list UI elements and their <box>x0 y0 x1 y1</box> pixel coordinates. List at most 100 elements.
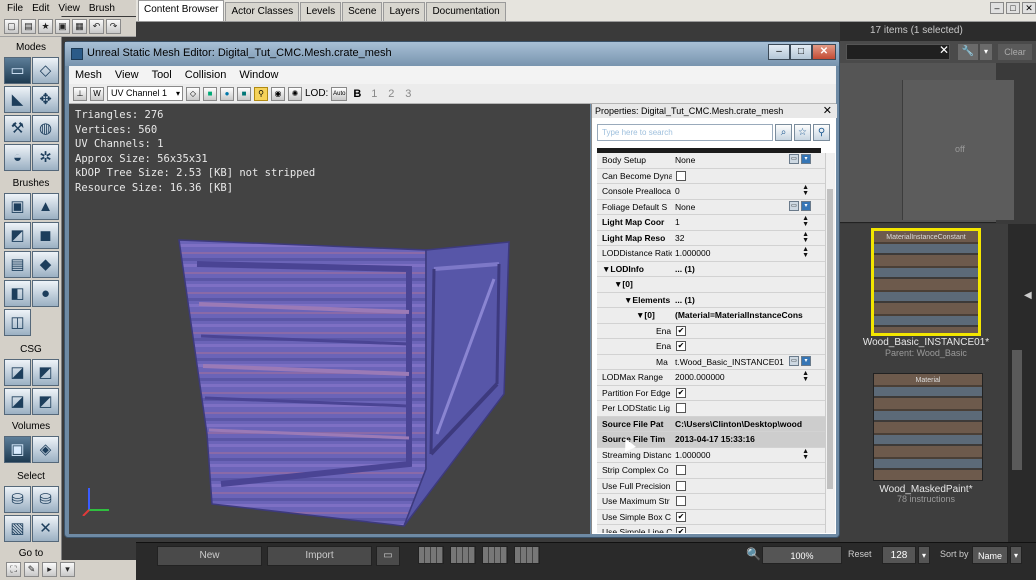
property-value[interactable]: 1.000000 <box>675 450 809 460</box>
light-icon[interactable]: ✺ <box>288 86 302 101</box>
volumetric-brush-icon[interactable]: ◫ <box>4 309 31 336</box>
show-all-icon[interactable]: ✕ <box>32 515 59 542</box>
property-row[interactable]: Use Simple Line C ✔ <box>597 525 825 533</box>
asset-scroll-thumb[interactable] <box>1012 350 1022 470</box>
texture-mode-icon[interactable]: ◍ <box>32 115 59 142</box>
content-search-input[interactable] <box>846 44 950 60</box>
property-checkbox[interactable] <box>676 465 686 475</box>
property-row[interactable]: Light Map Coor 1 ▲ ▼ <box>597 215 825 231</box>
property-row[interactable]: Ena ✔ <box>597 339 825 355</box>
favorite-star-icon[interactable]: ☆ <box>794 124 811 141</box>
property-row[interactable]: Strip Complex Co <box>597 463 825 479</box>
menu-brush[interactable]: Brush <box>89 3 115 14</box>
property-checkbox[interactable]: ✔ <box>676 387 686 398</box>
tab-actor-classes[interactable]: Actor Classes <box>225 2 300 21</box>
lod-1-button[interactable]: 1 <box>367 88 381 100</box>
camera-icon[interactable]: ◉ <box>271 86 285 101</box>
grid-view-icon[interactable] <box>482 546 508 564</box>
property-row[interactable]: Use Full Precision <box>597 479 825 494</box>
bounds-icon[interactable]: ◇ <box>186 86 200 101</box>
property-row[interactable]: LODDistance Ratio 1.000000 ▲ ▼ <box>597 246 825 262</box>
move-mode-icon[interactable]: ✥ <box>32 86 59 113</box>
property-row[interactable]: Use Maximum Str <box>597 494 825 510</box>
property-checkbox[interactable] <box>676 170 686 181</box>
collision-icon[interactable]: ■ <box>203 86 217 101</box>
cylinder-brush-icon[interactable]: ◼ <box>32 222 59 249</box>
linear-stair-brush-icon[interactable]: ▤ <box>4 251 31 278</box>
split-view-icon[interactable] <box>450 546 476 564</box>
property-row[interactable]: LODMax Range 2000.000000 ▲ ▼ <box>597 370 825 386</box>
property-row[interactable]: Light Map Reso 32 ▲ ▼ <box>597 231 825 246</box>
reset-button[interactable]: Reset <box>848 549 872 559</box>
spinner-arrows-icon[interactable]: ▲ ▼ <box>802 184 809 197</box>
hide-selected-icon[interactable]: ⛁ <box>32 486 59 513</box>
add-volume-icon[interactable]: ▣ <box>4 436 31 463</box>
foliage-mode-icon[interactable]: ✲ <box>32 144 59 171</box>
lod-3-button[interactable]: 3 <box>401 88 415 100</box>
property-row[interactable]: Partition For Edge ✔ <box>597 386 825 401</box>
property-value[interactable]: ... (1) <box>675 295 809 305</box>
collapse-arrow-icon[interactable]: ◀ <box>1024 290 1032 301</box>
goto-actor-icon[interactable]: ⛶ <box>6 562 21 577</box>
clear-button[interactable]: Clear <box>998 44 1032 60</box>
menu-file[interactable]: File <box>7 3 23 14</box>
property-value[interactable]: C:\Users\Clinton\Desktop\wood <box>675 419 809 429</box>
csg-add-icon[interactable]: ◪ <box>4 359 31 386</box>
csg-subtract-icon[interactable]: ◩ <box>32 359 59 386</box>
property-value[interactable]: 1 <box>675 217 809 227</box>
property-row[interactable]: ▼LODInfo ... (1) <box>597 262 825 277</box>
maximize-button[interactable]: □ <box>790 44 812 60</box>
filter-search-icon[interactable]: ⚲ <box>813 124 830 141</box>
undo-icon[interactable]: ↶ <box>89 19 104 34</box>
minimize-button[interactable]: – <box>768 44 790 60</box>
property-value[interactable]: 2000.000000 <box>675 372 809 382</box>
cone-brush-icon[interactable]: ▲ <box>32 193 59 220</box>
open-folder-icon[interactable]: ▤ <box>21 19 36 34</box>
goto-level-icon[interactable]: ▸ <box>42 562 57 577</box>
menu-mesh[interactable]: Mesh <box>75 69 102 81</box>
pivot-icon[interactable]: ⚲ <box>254 86 268 101</box>
property-row[interactable]: Source File Pat C:\Users\Clinton\Desktop\… <box>597 416 825 432</box>
spinner-arrows-icon[interactable]: ▲ ▼ <box>802 246 809 259</box>
new-button[interactable]: New <box>157 546 262 566</box>
wrench-icon[interactable]: 🔧 <box>958 44 978 60</box>
menu-collision[interactable]: Collision <box>185 69 227 81</box>
paint-mode-icon[interactable]: ⚒ <box>4 115 31 142</box>
property-row[interactable]: Console Prealloca 0 ▲ ▼ <box>597 184 825 200</box>
property-value[interactable]: 32 <box>675 233 809 243</box>
tab-scene[interactable]: Scene <box>342 2 383 21</box>
uv-channel-select[interactable]: UV Channel 1 ▾ <box>107 86 183 101</box>
menu-view[interactable]: View <box>58 3 80 14</box>
thumbnail-view-icon[interactable] <box>514 546 540 564</box>
property-checkbox[interactable] <box>676 403 686 413</box>
maximize-icon[interactable]: □ <box>1006 2 1020 14</box>
close-button[interactable]: ✕ <box>812 44 836 60</box>
chevron-down-icon[interactable]: ▾ <box>918 546 930 564</box>
sphere-brush-icon[interactable]: ● <box>32 280 59 307</box>
menu-window[interactable]: Window <box>239 69 278 81</box>
properties-scroll-thumb[interactable] <box>827 189 833 489</box>
property-checkbox[interactable]: ✔ <box>676 325 686 336</box>
asset-thumbnail[interactable]: Material <box>873 373 983 481</box>
star-icon[interactable]: ★ <box>38 19 53 34</box>
list-view-icon[interactable] <box>418 546 444 564</box>
property-row[interactable]: Per LODStatic Lig <box>597 401 825 417</box>
thumbnail-size-select[interactable]: 128 <box>882 546 916 564</box>
sheet-brush-icon[interactable]: ◆ <box>32 251 59 278</box>
menu-tool[interactable]: Tool <box>152 69 172 81</box>
save-icon[interactable]: ▣ <box>55 19 70 34</box>
search-icon[interactable]: ⌕ <box>775 124 792 141</box>
camera-mode-icon[interactable]: ▭ <box>4 57 31 84</box>
property-checkbox[interactable] <box>676 480 686 491</box>
redo-icon[interactable]: ↷ <box>106 19 121 34</box>
asset-thumbnail[interactable]: MaterialInstanceConstant <box>871 228 981 336</box>
spinner-arrows-icon[interactable]: ▲ ▼ <box>802 370 809 383</box>
dropdown-icon[interactable]: ▾ <box>801 154 811 164</box>
property-value[interactable]: (Material=MaterialInstanceCons <box>675 310 809 320</box>
volume-options-icon[interactable]: ◈ <box>32 436 59 463</box>
terrain-mode-icon[interactable]: ◣ <box>4 86 31 113</box>
lod-auto-button[interactable]: Auto <box>331 86 348 101</box>
property-checkbox[interactable]: ✔ <box>676 341 686 351</box>
lod-base-button[interactable]: B <box>350 88 364 100</box>
sockets-icon[interactable]: ■ <box>237 86 251 101</box>
